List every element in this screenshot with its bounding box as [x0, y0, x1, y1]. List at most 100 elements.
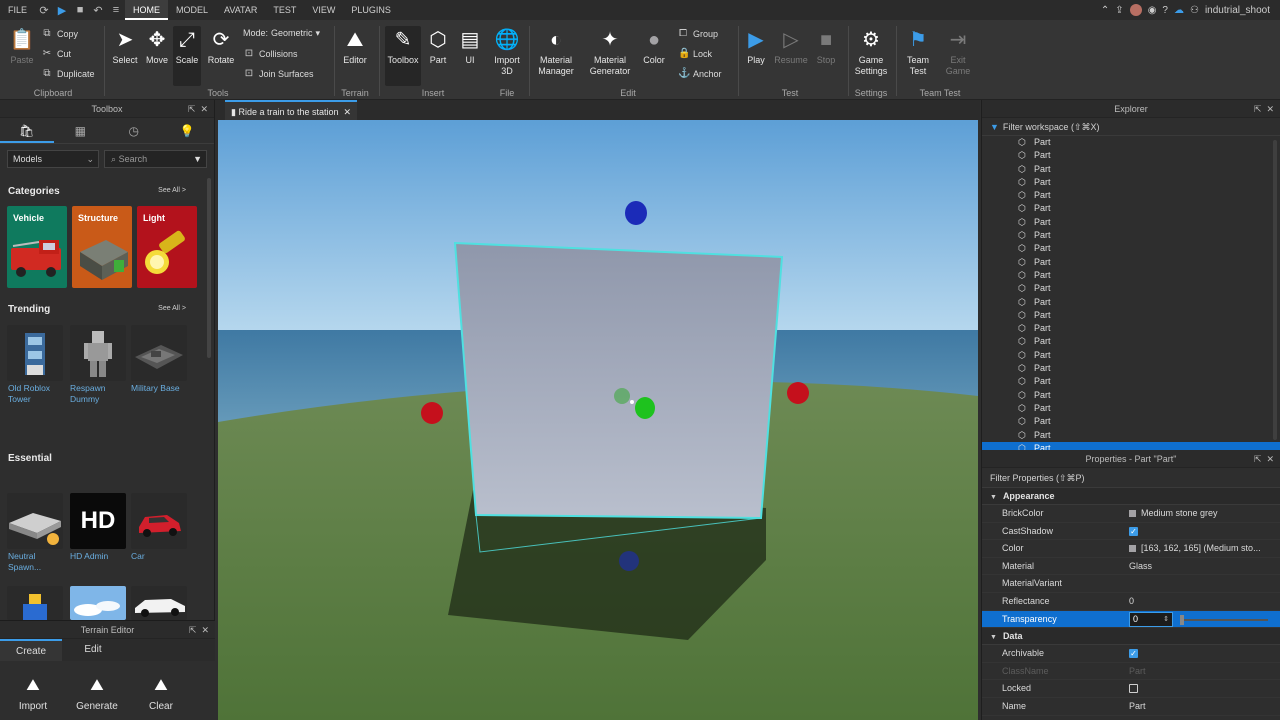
tree-item-part[interactable]: ⬡ Part — [982, 335, 1280, 348]
tree-item-part[interactable]: ⬡ Part — [982, 309, 1280, 322]
transparency-slider[interactable] — [1180, 614, 1268, 625]
rotate-button[interactable]: ⟳ Rotate — [205, 28, 237, 66]
cloud-icon[interactable]: ☁ — [1174, 5, 1184, 16]
tab-inventory[interactable]: 🛍 — [0, 118, 54, 143]
tab-home[interactable]: HOME — [125, 0, 169, 20]
material-manager-button[interactable]: ◐ Material Manager — [536, 28, 576, 77]
join-surfaces-toggle[interactable]: ⊡ Join Surfaces — [244, 68, 314, 79]
anchor-button[interactable]: ⚓ Anchor — [678, 68, 722, 79]
tree-item-part[interactable]: ⬡ Part — [982, 202, 1280, 215]
trending-item-respawn-dummy[interactable] — [70, 325, 126, 381]
username[interactable]: indutrial_shoot — [1205, 5, 1270, 16]
explorer-filter-input[interactable]: ▼ Filter workspace (⇧⌘X) — [982, 118, 1280, 136]
tab-view[interactable]: VIEW — [304, 0, 343, 20]
help-icon[interactable]: ? — [1162, 5, 1168, 16]
mode-dropdown[interactable]: Mode: Geometric ▾ — [243, 28, 320, 39]
notifications-icon[interactable]: ◉ — [1148, 5, 1157, 16]
exit-game-button[interactable]: ⇥ Exit Game — [942, 28, 974, 77]
locked-checkbox[interactable] — [1129, 684, 1138, 694]
undo-quick-icon[interactable]: ↶ — [89, 4, 107, 17]
tab-plugins[interactable]: PLUGINS — [343, 0, 399, 20]
tab-creations[interactable]: 💡 — [161, 118, 215, 143]
tree-item-part[interactable]: ⬡ Part — [982, 176, 1280, 189]
category-structure[interactable]: Structure — [72, 206, 132, 288]
transparency-input[interactable]: 0 ⇕ — [1129, 611, 1173, 627]
essential-item-car[interactable] — [131, 493, 187, 549]
stop-quick-icon[interactable]: ■ — [71, 4, 89, 16]
explorer-scrollbar[interactable] — [1273, 140, 1277, 440]
material-value[interactable]: Glass — [1129, 558, 1269, 576]
scene[interactable] — [218, 120, 978, 720]
essential-item-neutral-spawn[interactable] — [7, 493, 63, 549]
tree-item-part[interactable]: ⬡ Part — [982, 269, 1280, 282]
tree-item-part[interactable]: ⬡ Part — [982, 149, 1280, 162]
resume-button[interactable]: ▷ Resume — [774, 28, 808, 66]
tab-model[interactable]: MODEL — [168, 0, 216, 20]
move-button[interactable]: ✥ Move — [143, 28, 171, 66]
tree-item-part[interactable]: ⬡ Part — [982, 349, 1280, 362]
archivable-checkbox[interactable]: ✓ — [1129, 649, 1138, 659]
terrain-generate-button[interactable]: ⛰ Generate — [72, 677, 122, 712]
tree-item-part[interactable]: ⬡ Part — [982, 375, 1280, 388]
undock-icon[interactable]: ⇱ — [1254, 454, 1262, 464]
tree-item-part[interactable]: ⬡ Part — [982, 229, 1280, 242]
category-dropdown[interactable]: Models ⌄ — [7, 150, 99, 168]
terrain-import-button[interactable]: ⛰ Import — [8, 677, 58, 712]
tree-item-part[interactable]: ⬡ Part — [982, 189, 1280, 202]
lock-button[interactable]: 🔒 Lock — [678, 48, 712, 59]
share-icon[interactable]: ⇪ — [1115, 5, 1123, 16]
filter-icon[interactable]: ▼ — [193, 151, 202, 167]
tab-create[interactable]: Create — [0, 639, 62, 661]
terrain-editor-button[interactable]: ⛰ Editor — [340, 28, 370, 66]
close-icon[interactable]: ✕ — [201, 625, 209, 635]
reflectance-value[interactable]: 0 — [1129, 593, 1269, 611]
tab-avatar[interactable]: AVATAR — [216, 0, 265, 20]
tree-item-part[interactable]: ⬡ Part — [982, 163, 1280, 176]
part-button[interactable]: ⬡ Part — [425, 28, 451, 66]
property-material[interactable]: Material Glass — [982, 558, 1280, 576]
tab-edit[interactable]: Edit — [62, 639, 124, 661]
selected-part[interactable] — [455, 243, 782, 518]
category-vehicle[interactable]: Vehicle — [7, 206, 67, 288]
tree-item-part[interactable]: ⬡ Part — [982, 216, 1280, 229]
duplicate-button[interactable]: ⧉ Duplicate — [42, 68, 94, 79]
property-color[interactable]: Color [163, 162, 165] (Medium sto... — [982, 540, 1280, 558]
tree-item-part[interactable]: ⬡ Part — [982, 256, 1280, 269]
collisions-toggle[interactable]: ⊡ Collisions — [244, 48, 298, 59]
search-input[interactable]: ⌕ Search ▼ — [104, 150, 207, 168]
team-test-button[interactable]: ⚑ Team Test — [902, 28, 934, 77]
name-value[interactable]: Part — [1129, 698, 1269, 716]
tree-item-part[interactable]: ⬡ Part — [982, 296, 1280, 309]
property-materialvariant[interactable]: MaterialVariant — [982, 575, 1280, 593]
categories-see-all[interactable]: See All > — [158, 187, 186, 194]
tree-item-part[interactable]: ⬡ Part — [982, 136, 1280, 149]
account-icon[interactable]: ⚇ — [1190, 5, 1199, 16]
property-brickcolor[interactable]: BrickColor Medium stone grey — [982, 505, 1280, 523]
property-name-row[interactable]: Name Part — [982, 698, 1280, 716]
tab-recent[interactable]: ◷ — [107, 118, 161, 143]
scale-handle-bottom[interactable] — [619, 551, 639, 571]
close-icon[interactable]: ✕ — [1266, 104, 1274, 114]
toolbox-button[interactable]: ✎ Toolbox — [385, 26, 421, 86]
close-icon[interactable]: ✕ — [1266, 454, 1274, 464]
category-light[interactable]: Light — [137, 206, 197, 288]
essential-item-hd-admin[interactable]: HD — [70, 493, 126, 549]
tab-marketplace[interactable]: ▦ — [54, 118, 108, 143]
castshadow-checkbox[interactable]: ✓ — [1129, 526, 1138, 536]
undock-icon[interactable]: ⇱ — [189, 625, 197, 635]
property-value[interactable]: [163, 162, 165] (Medium sto... — [1129, 540, 1269, 558]
tab-test[interactable]: TEST — [265, 0, 304, 20]
terrain-clear-button[interactable]: ⛰ Clear — [136, 677, 186, 712]
quick-access-dropdown-icon[interactable]: ≡ — [107, 4, 125, 16]
material-generator-button[interactable]: ✦ Material Generator — [587, 28, 633, 77]
property-archivable[interactable]: Archivable ✓ — [982, 645, 1280, 663]
tree-item-part[interactable]: ⬡ Part — [982, 389, 1280, 402]
copy-button[interactable]: ⧉ Copy — [42, 28, 78, 39]
scale-handle-right[interactable] — [787, 382, 809, 404]
toolbox-scrollbar[interactable] — [207, 178, 211, 358]
redo-quick-icon[interactable]: ⟳ — [35, 4, 53, 17]
3d-viewport[interactable] — [218, 120, 978, 720]
tree-item-part[interactable]: ⬡ Part — [982, 415, 1280, 428]
essential-item-sportscar[interactable] — [131, 586, 187, 620]
tree-item-part[interactable]: ⬡ Part — [982, 362, 1280, 375]
